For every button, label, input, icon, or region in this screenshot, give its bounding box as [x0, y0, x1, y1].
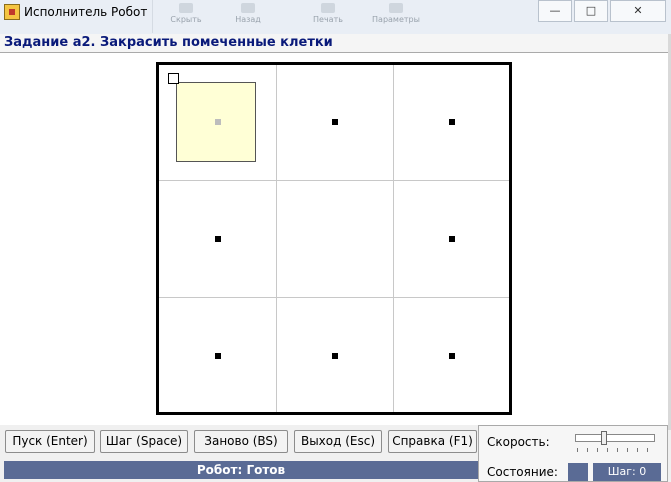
- start-button[interactable]: Пуск (Enter): [5, 430, 95, 453]
- robot-status: Робот: Готов: [4, 461, 478, 479]
- control-panel: Скорость: Состояние: Шаг: 0: [478, 425, 668, 482]
- back-label: Назад: [235, 15, 261, 24]
- task-header: Задание а2. Закрасить помеченные клетки: [0, 34, 671, 53]
- state-label: Состояние:: [487, 465, 558, 479]
- params-toolbar-button[interactable]: Параметры: [370, 0, 422, 30]
- cell-mark: [215, 119, 221, 125]
- step-counter: Шаг: 0: [593, 463, 661, 481]
- parameters-icon: [389, 3, 403, 13]
- cell-mark: [449, 119, 455, 125]
- reset-button[interactable]: Заново (BS): [194, 430, 288, 453]
- task-title: Задание а2. Закрасить помеченные клетки: [4, 35, 333, 50]
- grid-line-v2: [393, 65, 394, 412]
- grid-line-h2: [159, 297, 509, 298]
- grid-line-h1: [159, 180, 509, 181]
- print-label: Печать: [313, 15, 343, 24]
- speed-slider-thumb[interactable]: [601, 431, 607, 445]
- back-toolbar-button[interactable]: Назад: [222, 0, 274, 30]
- params-label: Параметры: [372, 15, 420, 24]
- speed-label: Скорость:: [487, 435, 550, 449]
- title-bar: Исполнитель Робот Скрыть Назад Печать Па…: [0, 0, 671, 35]
- cell-mark: [449, 236, 455, 242]
- minimize-button[interactable]: —: [538, 0, 572, 22]
- maximize-button[interactable]: □: [574, 0, 608, 22]
- cell-mark: [332, 119, 338, 125]
- cell-mark: [449, 353, 455, 359]
- print-toolbar-button[interactable]: Печать: [302, 0, 354, 30]
- back-arrow-icon: [241, 3, 255, 13]
- printer-icon: [321, 3, 335, 13]
- speed-slider-ticks: [577, 448, 657, 452]
- close-button[interactable]: ✕: [610, 0, 666, 22]
- cell-mark: [215, 353, 221, 359]
- hide-icon: [179, 3, 193, 13]
- robot-app-icon: [4, 4, 20, 20]
- robot-field: [156, 62, 512, 415]
- robot-marker: [168, 73, 179, 84]
- state-indicator: [568, 463, 588, 481]
- grid-line-v1: [276, 65, 277, 412]
- help-button[interactable]: Справка (F1): [388, 430, 477, 453]
- cell-mark: [332, 353, 338, 359]
- hide-toolbar-button[interactable]: Скрыть: [160, 0, 212, 30]
- speed-slider-track[interactable]: [575, 434, 655, 442]
- hide-label: Скрыть: [170, 15, 202, 24]
- exit-button[interactable]: Выход (Esc): [294, 430, 382, 453]
- title-separator: [152, 0, 153, 33]
- cell-mark: [215, 236, 221, 242]
- step-button[interactable]: Шаг (Space): [100, 430, 188, 453]
- window-title: Исполнитель Робот: [24, 5, 148, 19]
